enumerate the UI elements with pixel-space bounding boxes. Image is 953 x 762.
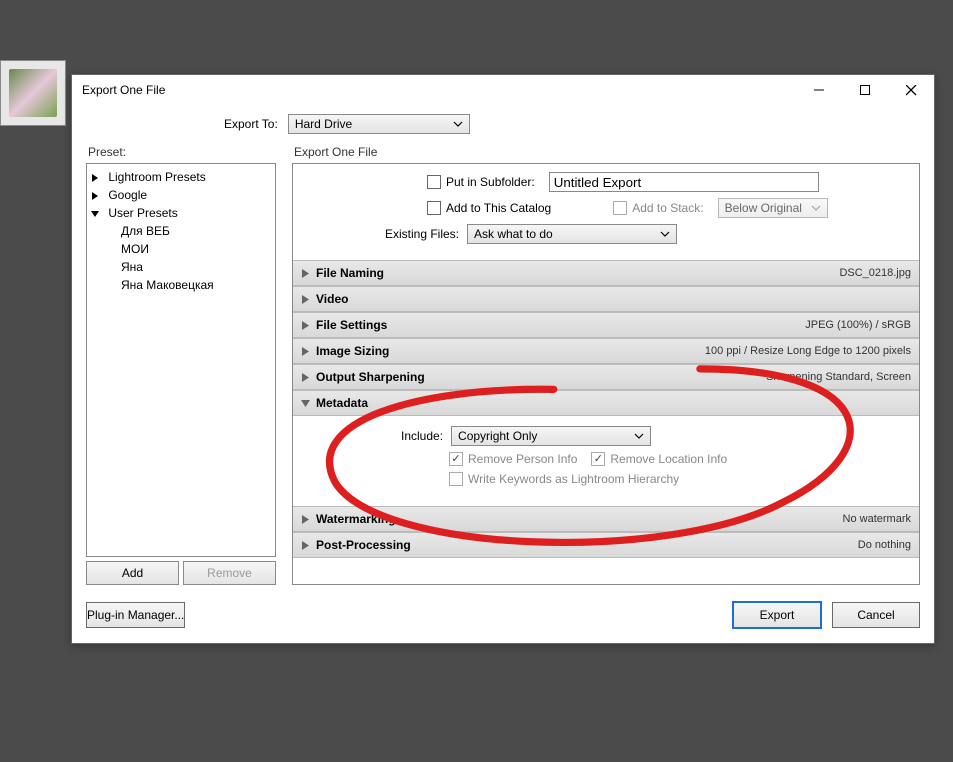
settings-scroll[interactable]: Put in Subfolder: Add to This Catalog <box>293 164 919 584</box>
write-keywords-hierarchy-checkbox[interactable]: Write Keywords as Lightroom Hierarchy <box>449 472 679 486</box>
chevron-down-icon <box>660 231 670 237</box>
dialog-footer: Plug-in Manager... Export Cancel <box>86 585 920 629</box>
triangle-right-icon <box>301 373 310 382</box>
existing-files-select[interactable]: Ask what to do <box>467 224 677 244</box>
triangle-right-icon <box>301 515 310 524</box>
preset-item[interactable]: Яна <box>87 258 275 276</box>
section-metadata[interactable]: Metadata <box>293 390 919 416</box>
subfolder-name-input[interactable] <box>549 172 819 192</box>
triangle-down-icon <box>301 399 310 408</box>
add-to-catalog-checkbox[interactable]: Add to This Catalog <box>427 201 551 215</box>
existing-files-label: Existing Files: <box>369 227 459 241</box>
export-to-select[interactable]: Hard Drive <box>288 114 470 134</box>
section-video[interactable]: Video <box>293 286 919 312</box>
section-post-processing[interactable]: Post-Processing Do nothing <box>293 532 919 558</box>
close-button[interactable] <box>888 75 934 105</box>
export-button[interactable]: Export <box>732 601 822 629</box>
chevron-down-icon <box>811 205 821 211</box>
triangle-right-icon <box>301 295 310 304</box>
preset-item[interactable]: Для ВЕБ <box>87 222 275 240</box>
triangle-right-icon <box>91 170 101 184</box>
remove-location-info-checkbox[interactable]: Remove Location Info <box>591 452 727 466</box>
triangle-right-icon <box>301 321 310 330</box>
titlebar: Export One File <box>72 75 934 105</box>
metadata-body: Include: Copyright Only Remove Person In… <box>293 416 919 506</box>
put-in-subfolder-checkbox[interactable]: Put in Subfolder: <box>427 175 535 189</box>
section-file-settings[interactable]: File Settings JPEG (100%) / sRGB <box>293 312 919 338</box>
export-settings-panel: Put in Subfolder: Add to This Catalog <box>292 163 920 585</box>
cancel-button[interactable]: Cancel <box>832 602 920 628</box>
preset-panel-label: Preset: <box>86 143 276 163</box>
preset-folder-lightroom[interactable]: Lightroom Presets <box>87 168 275 186</box>
triangle-down-icon <box>91 206 101 220</box>
triangle-right-icon <box>91 188 101 202</box>
remove-person-info-checkbox[interactable]: Remove Person Info <box>449 452 577 466</box>
section-watermarking[interactable]: Watermarking No watermark <box>293 506 919 532</box>
section-file-naming[interactable]: File Naming DSC_0218.jpg <box>293 260 919 286</box>
preset-folder-google[interactable]: Google <box>87 186 275 204</box>
preset-folder-user[interactable]: User Presets <box>87 204 275 222</box>
filmstrip-thumbnail[interactable] <box>0 60 66 126</box>
preset-item[interactable]: МОИ <box>87 240 275 258</box>
plugin-manager-button[interactable]: Plug-in Manager... <box>86 602 185 628</box>
preset-remove-button[interactable]: Remove <box>183 561 276 585</box>
section-image-sizing[interactable]: Image Sizing 100 ppi / Resize Long Edge … <box>293 338 919 364</box>
main-panel-label: Export One File <box>292 143 920 163</box>
preset-list[interactable]: Lightroom Presets Google User Presets Дл… <box>86 163 276 557</box>
minimize-button[interactable] <box>796 75 842 105</box>
export-to-row: Export To: Hard Drive <box>86 105 920 143</box>
triangle-right-icon <box>301 269 310 278</box>
export-to-value: Hard Drive <box>295 117 453 131</box>
chevron-down-icon <box>453 121 463 127</box>
maximize-button[interactable] <box>842 75 888 105</box>
triangle-right-icon <box>301 347 310 356</box>
preset-item[interactable]: Яна Маковецкая <box>87 276 275 294</box>
preset-add-button[interactable]: Add <box>86 561 179 585</box>
export-dialog: Export One File Export To: Hard Drive Pr… <box>71 74 935 644</box>
include-label: Include: <box>401 429 443 443</box>
thumbnail-image <box>9 69 57 117</box>
add-to-stack-checkbox[interactable]: Add to Stack: <box>613 201 703 215</box>
triangle-right-icon <box>301 541 310 550</box>
export-to-label: Export To: <box>224 117 278 131</box>
chevron-down-icon <box>634 433 644 439</box>
section-output-sharpening[interactable]: Output Sharpening Sharpening Standard, S… <box>293 364 919 390</box>
metadata-include-select[interactable]: Copyright Only <box>451 426 651 446</box>
window-title: Export One File <box>82 83 796 97</box>
stack-position-select[interactable]: Below Original <box>718 198 828 218</box>
